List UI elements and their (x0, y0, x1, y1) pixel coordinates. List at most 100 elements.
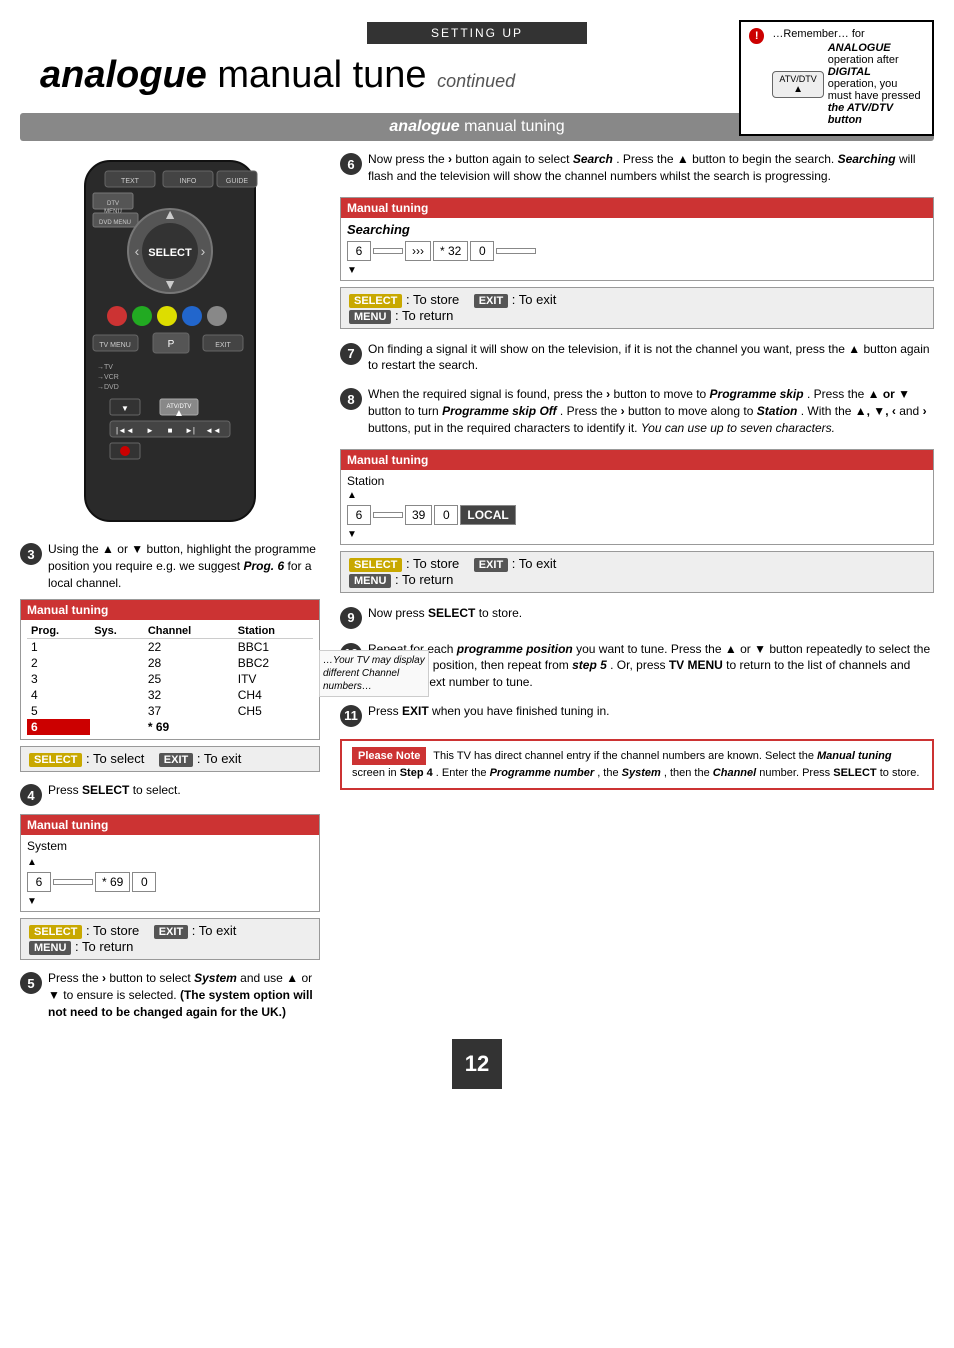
svg-text:|◄◄: |◄◄ (116, 426, 134, 435)
step9-block: 9 Now press SELECT to store. (340, 605, 934, 629)
step10-text3: or (740, 642, 754, 656)
svg-text:INFO: INFO (180, 178, 197, 185)
step8-text4: button to turn (368, 404, 442, 418)
content-area: TEXT INFO GUIDE DTV MENU DVD MENU SELE (20, 151, 934, 1029)
ch-vals-6: 6 ››› * 32 0 (347, 241, 927, 261)
step4-select-bold: SELECT (82, 783, 129, 797)
select-action-8: : To store (406, 556, 459, 571)
step8-updown: ▲ or ▼ (868, 387, 910, 401)
step7-content: On finding a signal it will show on the … (368, 341, 934, 375)
step10-tv-menu: TV MENU (669, 658, 723, 672)
step5-text3: and use (240, 971, 286, 985)
title-bold: analogue (40, 54, 207, 96)
digital-label: DIGITAL (828, 66, 871, 78)
ch-val1-6: 6 (347, 241, 371, 261)
action-bar-8: SELECT : To store EXIT : To exit MENU : … (340, 551, 934, 593)
ch-star-6: * 32 (433, 241, 468, 261)
analogue-label: ANALOGUE (828, 42, 891, 54)
menu-btn-6[interactable]: MENU (349, 310, 391, 324)
step7-circle: 7 (340, 343, 362, 365)
mt-body-8: Station ▲ 6 39 0 LOCAL ▼ (341, 470, 933, 544)
step10-block: 10 Repeat for each programme position yo… (340, 641, 934, 691)
step5-block: 5 Press the › button to select System an… (20, 970, 320, 1020)
step8-prog-skip: Programme skip (710, 387, 804, 401)
step4-circle: 4 (20, 784, 42, 806)
step6-block: 6 Now press the › button again to select… (340, 151, 934, 185)
exit-btn-3[interactable]: EXIT (159, 753, 193, 767)
exit-action-6: : To exit (512, 292, 557, 307)
step10-down: ▼ (754, 642, 766, 656)
step9-content: Now press SELECT to store. (368, 605, 934, 622)
menu-action-8: : To return (395, 572, 453, 587)
svg-text:DTV: DTV (107, 201, 119, 207)
exit-btn-4[interactable]: EXIT (154, 925, 188, 939)
please-note-text3: . Enter the (436, 767, 490, 779)
atv-dtv-btn-label: the ATV/DTV button (828, 102, 893, 126)
exit-btn-6[interactable]: EXIT (474, 294, 508, 308)
step7-text1: On finding a signal it will show on the … (368, 342, 848, 356)
system-label: System (27, 839, 313, 853)
step8-btn2: › (621, 404, 625, 418)
section-regular: manual tuning (464, 118, 565, 135)
step9-select: SELECT (428, 606, 475, 620)
step6-text2: button again to select (455, 152, 572, 166)
step8-text10: buttons, put in the required characters … (368, 421, 641, 435)
step5-text5: to ensure is selected. (63, 988, 180, 1002)
please-note-manual: Manual tuning (817, 750, 892, 762)
exit-action-4: : To exit (192, 923, 237, 938)
svg-text:►: ► (146, 426, 154, 435)
step4-block: 4 Press SELECT to select. (20, 782, 320, 806)
down-arrow-3: ▼ (131, 542, 143, 556)
svg-text:→TV: →TV (97, 364, 113, 371)
atv-label: ATV/DTV (779, 74, 816, 84)
step8-text9: and (899, 404, 922, 418)
page-number: 12 (452, 1039, 502, 1089)
ch-spacer-6 (373, 248, 403, 254)
table-row: 228BBC2 (27, 655, 313, 671)
svg-text:SELECT: SELECT (148, 247, 192, 259)
step10-content: Repeat for each programme position you w… (368, 641, 934, 691)
step6-search: Search (573, 152, 613, 166)
select-btn-4[interactable]: SELECT (29, 925, 82, 939)
step8-text1: When the required signal is found, press… (368, 387, 606, 401)
mt-body-3: Prog. Sys. Channel Station 122BBC1 228BB… (21, 620, 319, 739)
menu-btn-4[interactable]: MENU (29, 941, 71, 955)
svg-text:TV MENU: TV MENU (99, 342, 131, 349)
please-note-text1: This TV has direct channel entry if the … (433, 750, 817, 762)
please-note-text4: , the (597, 767, 621, 779)
select-btn-3[interactable]: SELECT (29, 753, 82, 767)
header-bar: SETTING UP (367, 22, 587, 44)
tv-note-callout: …Your TV may display different Channel n… (319, 650, 429, 697)
svg-text:P: P (168, 339, 175, 350)
remember-text: …Remember… for (772, 28, 864, 40)
step11-exit: EXIT (402, 704, 429, 718)
select-btn-8[interactable]: SELECT (349, 558, 402, 572)
remote-container: TEXT INFO GUIDE DTV MENU DVD MENU SELE (20, 151, 320, 531)
table-row: 325ITV (27, 671, 313, 687)
table-row: 432CH4 (27, 687, 313, 703)
select-btn-6[interactable]: SELECT (349, 294, 402, 308)
step5-text2: button to select (109, 971, 194, 985)
down-arrow-8: ▼ (347, 529, 927, 540)
station-label: Station (347, 474, 927, 488)
mt-table-3: Manual tuning Prog. Sys. Channel Station (20, 599, 320, 740)
svg-text:‹: ‹ (135, 243, 140, 259)
svg-text:TEXT: TEXT (121, 178, 140, 185)
step8-prog-skip2: Programme skip (442, 404, 536, 418)
exit-btn-8[interactable]: EXIT (474, 558, 508, 572)
svg-text:→VCR: →VCR (97, 374, 119, 381)
step8-text8: . With the (801, 404, 855, 418)
step3-content: Using the ▲ or ▼ button, highlight the p… (48, 541, 320, 591)
step3-block: 3 Using the ▲ or ▼ button, highlight the… (20, 541, 320, 591)
svg-text:→DVD: →DVD (97, 384, 119, 391)
step9-text: Now press (368, 606, 428, 620)
step9-text2: to store. (479, 606, 522, 620)
left-column: TEXT INFO GUIDE DTV MENU DVD MENU SELE (20, 151, 320, 1029)
ch-val3-8: 0 (434, 505, 458, 525)
menu-btn-8[interactable]: MENU (349, 574, 391, 588)
mt-table-4: Manual tuning System ▲ 6 * 69 0 ▼ (20, 814, 320, 912)
step10-step5: step 5 (572, 658, 607, 672)
ch-val1-4: 6 (27, 872, 51, 892)
step6-content: Now press the › button again to select S… (368, 151, 934, 185)
step8-circle: 8 (340, 388, 362, 410)
